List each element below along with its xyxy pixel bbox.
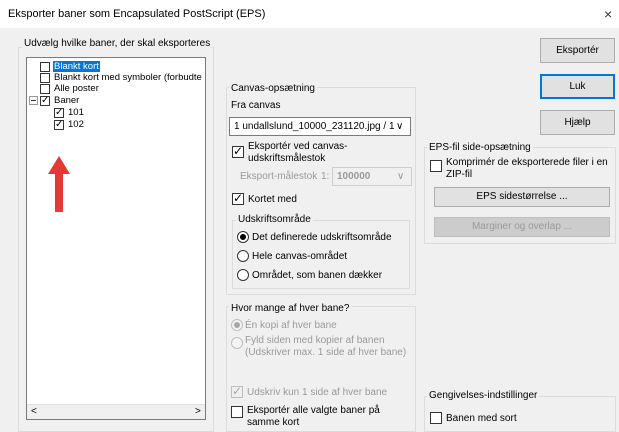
fill-page-radio[interactable]: [231, 337, 243, 349]
print-area-defined-label: Det definerede udskriftsområde: [252, 232, 392, 243]
export-scale-value: 100000: [337, 171, 371, 182]
tree-item-label: 101: [68, 107, 84, 118]
tree-item-label: Blankt kort: [53, 61, 100, 72]
compress-zip-checkbox[interactable]: [430, 160, 442, 172]
print-one-page-checkbox[interactable]: [231, 385, 243, 398]
export-scale-select[interactable]: 100000 ∨: [332, 167, 412, 186]
export-print-scale-checkbox[interactable]: [232, 145, 244, 158]
render-group-title: Gengivelses-indstillinger: [427, 390, 540, 401]
one-copy-label: Én kopi af hver bane: [245, 320, 337, 331]
layer-tree[interactable]: Blankt kort Blankt kort med symboler (fo…: [26, 57, 206, 420]
window-title: Eksporter baner som Encapsulated PostScr…: [8, 8, 266, 20]
close-button[interactable]: Luk: [540, 74, 615, 99]
tree-item-label: Alle poster: [54, 83, 99, 94]
red-arrow-icon: [48, 156, 70, 212]
map-with-label: Kortet med: [248, 194, 297, 205]
eps-page-group-title: EPS-fil side-opsætning: [427, 142, 533, 153]
print-area-course-label: Området, som banen dækker: [252, 270, 383, 281]
print-area-whole-canvas-label: Hele canvas-området: [252, 251, 348, 262]
help-button[interactable]: Hjælp: [540, 110, 615, 135]
tree-item-label: Blankt kort med symboler (forbudte: [54, 72, 202, 83]
close-icon[interactable]: ×: [604, 6, 612, 22]
tree-horizontal-scrollbar[interactable]: < >: [27, 404, 205, 419]
layers-group-title: Udvælg hvilke baner, der skal eksportere…: [22, 38, 213, 49]
chevron-down-icon: ∨: [397, 171, 405, 182]
checkbox[interactable]: [54, 119, 64, 131]
checkbox[interactable]: [40, 84, 50, 94]
map-with-checkbox[interactable]: [232, 192, 244, 205]
canvas-select[interactable]: 1 undallslund_10000_231120.jpg / 1 ∨: [229, 117, 411, 136]
checkbox[interactable]: [54, 107, 64, 119]
print-area-course-radio[interactable]: [237, 269, 249, 281]
from-canvas-label: Fra canvas: [231, 100, 281, 111]
export-scale-prefix: 1:: [321, 171, 330, 182]
chevron-down-icon: ∨: [396, 121, 404, 132]
black-courses-label: Banen med sort: [446, 413, 517, 424]
one-copy-radio[interactable]: [231, 319, 243, 331]
export-scale-label: Eksport-målestok: [240, 171, 318, 182]
export-print-scale-label: Eksportér ved canvas-udskriftsmålestok: [248, 141, 348, 164]
scroll-right-icon[interactable]: >: [195, 406, 201, 418]
export-all-same-map-label: Eksportér alle valgte baner på samme kor…: [247, 405, 380, 428]
compress-zip-label: Komprimér de eksporterede filer i en ZIP…: [446, 157, 608, 180]
margins-overlap-button[interactable]: Marginer og overlap ...: [434, 217, 610, 237]
tree-item-label: 102: [68, 119, 84, 130]
canvas-select-value: 1 undallslund_10000_231120.jpg / 1: [234, 121, 395, 132]
canvas-group-title: Canvas-opsætning: [229, 83, 317, 94]
checkbox[interactable]: [40, 73, 50, 83]
print-one-page-label: Udskriv kun 1 side af hver bane: [247, 387, 388, 398]
checkbox[interactable]: [40, 62, 50, 72]
copies-group-title: Hvor mange af hver bane?: [229, 303, 352, 314]
eps-page-size-button[interactable]: EPS sidestørrelse ...: [434, 187, 610, 207]
black-courses-checkbox[interactable]: [430, 412, 442, 424]
print-area-defined-radio[interactable]: [237, 231, 249, 243]
checkbox[interactable]: [40, 95, 50, 107]
export-button[interactable]: Eksportér: [540, 38, 615, 63]
collapse-icon[interactable]: [29, 96, 38, 105]
print-area-group-title: Udskriftsområde: [236, 214, 313, 225]
export-all-same-map-checkbox[interactable]: [231, 406, 243, 418]
scroll-left-icon[interactable]: <: [31, 406, 37, 418]
fill-page-label: Fyld siden med kopier af banen (Udskrive…: [245, 335, 407, 358]
tree-item-label: Baner: [54, 95, 80, 106]
print-area-whole-canvas-radio[interactable]: [237, 250, 249, 262]
